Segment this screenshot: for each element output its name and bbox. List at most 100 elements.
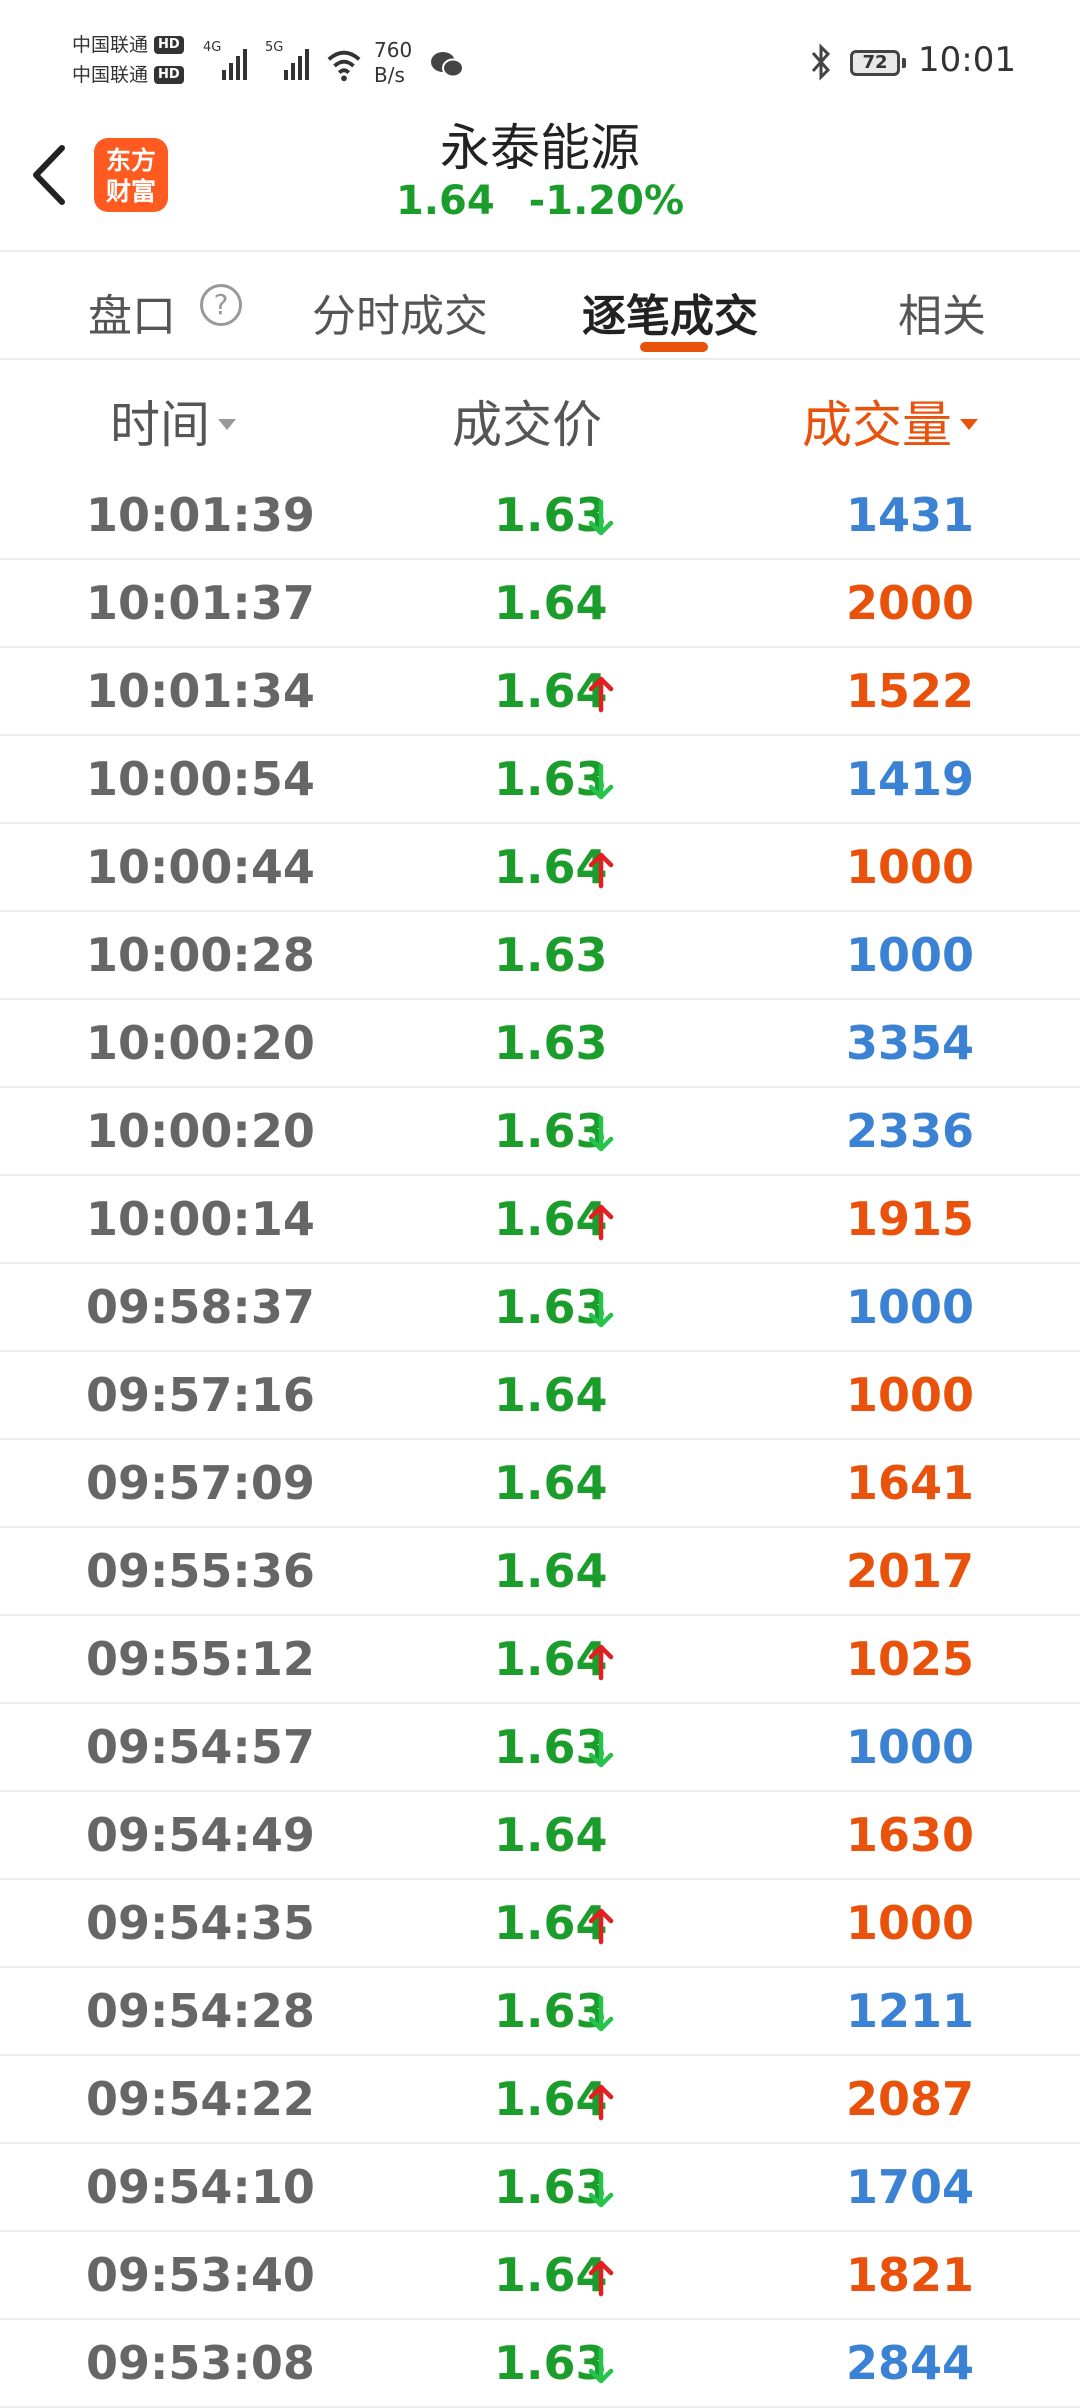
trade-row[interactable]: 09:57:09 1.64 1641	[0, 1440, 1080, 1528]
trade-time: 09:54:28	[86, 1984, 315, 2038]
sort-caret-icon	[960, 419, 978, 430]
trade-time: 09:54:35	[86, 1896, 315, 1950]
trade-volume: 1522	[846, 664, 975, 718]
trade-row[interactable]: 09:53:40 1.64 1821	[0, 2232, 1080, 2320]
trade-row[interactable]: 10:00:20 1.63 2336	[0, 1088, 1080, 1176]
trade-price: 1.63	[494, 928, 608, 982]
trade-time: 10:00:54	[86, 752, 315, 806]
trade-volume: 1630	[846, 1808, 975, 1862]
trade-volume: 1000	[846, 1280, 975, 1334]
help-icon[interactable]: ?	[200, 284, 242, 326]
trade-row[interactable]: 09:54:35 1.64 1000	[0, 1880, 1080, 1968]
trade-volume: 2000	[846, 576, 975, 630]
trade-time: 09:53:40	[86, 2248, 315, 2302]
carrier-1: 中国联通	[72, 34, 149, 56]
trade-time: 10:01:39	[86, 488, 315, 542]
trade-time: 10:00:14	[86, 1192, 315, 1246]
hd-badge: HD	[154, 36, 184, 54]
trade-price: 1.64	[494, 576, 608, 630]
trade-row[interactable]: 09:54:22 1.64 2087	[0, 2056, 1080, 2144]
wechat-icon	[431, 52, 464, 78]
trade-volume: 1641	[846, 1456, 975, 1510]
hd-badge: HD	[154, 66, 184, 84]
arrow-up-icon	[588, 1204, 614, 1241]
trade-time: 10:00:28	[86, 928, 315, 982]
column-header-price: 成交价	[452, 396, 602, 454]
arrow-up-icon	[588, 2260, 614, 2297]
trade-time: 09:54:49	[86, 1808, 315, 1862]
trade-volume: 2844	[846, 2336, 975, 2390]
arrow-down-icon	[588, 2171, 614, 2208]
arrow-down-icon	[588, 2347, 614, 2384]
trade-price: 1.64	[494, 1368, 608, 1422]
signal-icon	[222, 40, 247, 80]
trade-row[interactable]: 09:54:28 1.63 1211	[0, 1968, 1080, 2056]
trade-volume: 1000	[846, 928, 975, 982]
trade-row[interactable]: 09:55:12 1.64 1025	[0, 1616, 1080, 1704]
arrow-down-icon	[588, 1731, 614, 1768]
trade-price: 1.64	[494, 1456, 608, 1510]
trade-list[interactable]: 10:01:39 1.63 1431 10:01:37 1.64 2000 10:01:34…	[0, 472, 1080, 2408]
tab-pankou[interactable]: 盘口	[88, 280, 176, 344]
sort-caret-icon	[218, 419, 236, 430]
trade-volume: 1915	[846, 1192, 975, 1246]
trade-volume: 1025	[846, 1632, 975, 1686]
trade-row[interactable]: 10:00:20 1.63 3354	[0, 1000, 1080, 1088]
column-header-time[interactable]: 时间	[110, 385, 236, 457]
trade-volume: 1000	[846, 1720, 975, 1774]
clock: 10:01	[918, 40, 1016, 80]
trade-time: 09:54:57	[86, 1720, 315, 1774]
trade-volume: 1704	[846, 2160, 975, 2214]
trade-row[interactable]: 09:58:37 1.63 1000	[0, 1264, 1080, 1352]
network-type-2: 5G	[265, 40, 284, 55]
arrow-down-icon	[588, 1115, 614, 1152]
trade-volume: 3354	[846, 1016, 975, 1070]
tab-related[interactable]: 相关	[898, 280, 986, 344]
carrier-info: 中国联通 HD 中国联通 HD	[72, 30, 184, 90]
arrow-down-icon	[588, 499, 614, 536]
stock-price: 1.64	[395, 178, 495, 224]
arrow-down-icon	[588, 1995, 614, 2032]
status-bar: 中国联通 HD 中国联通 HD 4G 5G 760 B/s 72 10:01	[0, 0, 1080, 125]
trade-row[interactable]: 10:01:39 1.63 1431	[0, 472, 1080, 560]
trade-row[interactable]: 09:55:36 1.64 2017	[0, 1528, 1080, 1616]
trade-row[interactable]: 10:00:44 1.64 1000	[0, 824, 1080, 912]
trade-volume: 2017	[846, 1544, 975, 1598]
trade-time: 09:58:37	[86, 1280, 315, 1334]
stock-name: 永泰能源	[440, 119, 640, 177]
trade-time: 09:55:36	[86, 1544, 315, 1598]
trade-row[interactable]: 10:01:37 1.64 2000	[0, 560, 1080, 648]
network-type-1: 4G	[203, 40, 222, 55]
trade-time: 10:01:37	[86, 576, 315, 630]
trade-time: 10:00:20	[86, 1016, 315, 1070]
divider	[0, 250, 1080, 252]
network-speed: 760 B/s	[374, 38, 413, 87]
trade-row[interactable]: 09:57:16 1.64 1000	[0, 1352, 1080, 1440]
trade-time: 09:57:16	[86, 1368, 315, 1422]
wifi-icon	[327, 50, 361, 82]
trade-volume: 1419	[846, 752, 975, 806]
trade-time: 09:57:09	[86, 1456, 315, 1510]
trade-row[interactable]: 09:54:57 1.63 1000	[0, 1704, 1080, 1792]
trade-row[interactable]: 10:01:34 1.64 1522	[0, 648, 1080, 736]
arrow-up-icon	[588, 1644, 614, 1681]
arrow-up-icon	[588, 1908, 614, 1945]
tab-zhubi[interactable]: 逐笔成交	[582, 280, 758, 344]
tab-fenshi[interactable]: 分时成交	[312, 280, 488, 344]
column-header-volume[interactable]: 成交量	[802, 385, 978, 457]
trade-time: 10:00:20	[86, 1104, 315, 1158]
trade-row[interactable]: 09:54:10 1.63 1704	[0, 2144, 1080, 2232]
trade-row[interactable]: 10:00:14 1.64 1915	[0, 1176, 1080, 1264]
trade-price: 1.64	[494, 1808, 608, 1862]
active-tab-indicator	[640, 342, 708, 352]
trade-row[interactable]: 10:00:54 1.63 1419	[0, 736, 1080, 824]
battery-tip	[902, 58, 906, 68]
trade-volume: 1431	[846, 488, 975, 542]
trade-time: 10:01:34	[86, 664, 315, 718]
trade-row[interactable]: 10:00:28 1.63 1000	[0, 912, 1080, 1000]
signal-icon	[284, 40, 309, 80]
bluetooth-icon	[811, 43, 831, 81]
trade-row[interactable]: 09:54:49 1.64 1630	[0, 1792, 1080, 1880]
trade-row[interactable]: 09:53:08 1.63 2844	[0, 2320, 1080, 2408]
divider	[0, 358, 1080, 360]
